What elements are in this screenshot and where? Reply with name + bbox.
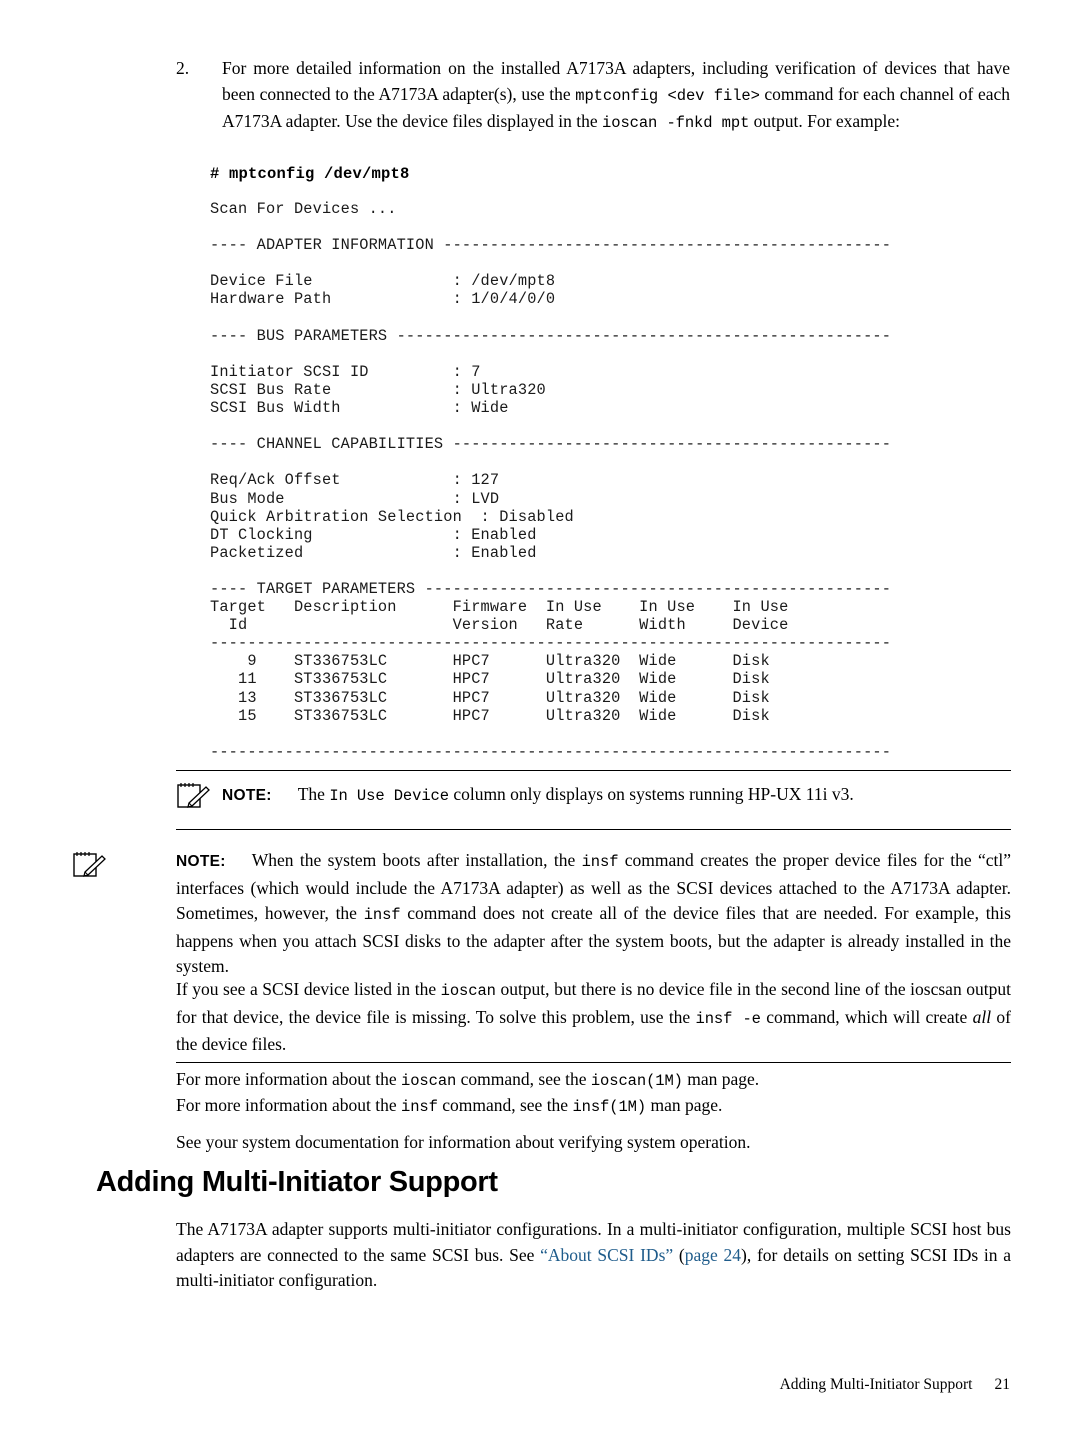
note1-text-b: column only displays on systems running … (448, 784, 854, 804)
step-text-part3: output. For example: (749, 111, 900, 131)
note2-p1-a: When the system boots after installation… (251, 850, 582, 870)
document-page: 2. For more detailed information on the … (0, 0, 1080, 1438)
para2-mono2: insf (572, 1098, 610, 1116)
note2-p2-italic: all (972, 1006, 992, 1027)
para2-mono1: insf (401, 1098, 438, 1116)
para1-c: (1M) (646, 1072, 683, 1090)
step-command-1: mptconfig <dev file> (575, 86, 760, 105)
note2-label: NOTE: (176, 853, 226, 870)
paragraph-insf-manpage: For more information about the insf comm… (176, 1093, 1011, 1121)
note2-p1-mono1: insf (581, 853, 619, 871)
para1-d: man page. (682, 1069, 760, 1089)
note1-top-rule (176, 770, 1011, 771)
section-heading: Adding Multi-Initiator Support (96, 1166, 498, 1198)
step-command-2: ioscan -fnkd mpt (602, 114, 750, 132)
note1-bottom-rule (176, 829, 1011, 830)
note2-p2-mono1: ioscan (440, 982, 496, 1000)
terminal-output: Scan For Devices ... ---- ADAPTER INFORM… (210, 200, 892, 761)
note-icon (177, 783, 210, 808)
link-page-24[interactable]: page 24 (685, 1245, 741, 1265)
para2-d: man page. (646, 1095, 723, 1115)
note-1: NOTE: The In Use Device column only displ… (222, 782, 1011, 810)
step-body: For more detailed information on the ins… (222, 56, 1010, 137)
note-2-paragraph-1: NOTE: When the system boots after install… (176, 848, 1011, 980)
section-body-paragraph: The A7173A adapter supports multi-initia… (176, 1217, 1011, 1294)
note1-label: NOTE: (222, 787, 272, 804)
para1-b: command, see the (456, 1069, 591, 1089)
note-icon-2 (73, 852, 106, 877)
footer-title: Adding Multi-Initiator Support (779, 1376, 973, 1393)
section-body-b: ( (673, 1244, 685, 1265)
para1-mono1: ioscan (401, 1072, 457, 1090)
footer-page-number: 21 (994, 1376, 1011, 1393)
step-number: 2. (176, 58, 190, 78)
page-footer: Adding Multi-Initiator Support 21 (780, 1376, 1010, 1394)
step-2: 2. For more detailed information on the … (176, 56, 1010, 137)
note-2-paragraph-2: If you see a SCSI device listed in the i… (176, 977, 1011, 1058)
para1-a: For more information about the (176, 1069, 402, 1089)
terminal-prompt-line: # mptconfig /dev/mpt8 (210, 165, 410, 183)
para2-b: command, see the (437, 1095, 573, 1115)
paragraph-ioscan-manpage: For more information about the ioscan co… (176, 1067, 1011, 1095)
para2-a: For more information about the (176, 1095, 402, 1115)
note2-p2-c: command, which will create (760, 1006, 973, 1027)
note2-p2-a: If you see a SCSI device listed in the (176, 979, 441, 999)
para1-mono2: ioscan (590, 1072, 647, 1090)
link-about-scsi-ids[interactable]: “About SCSI IDs” (540, 1245, 673, 1265)
note2-bottom-rule (176, 1062, 1011, 1063)
paragraph-system-documentation: See your system documentation for inform… (176, 1132, 751, 1152)
note2-p1-mono2: insf (363, 906, 401, 924)
note2-p2-mono2: insf -e (695, 1009, 761, 1028)
para2-c: (1M) (609, 1098, 647, 1116)
note1-text-a: The (297, 784, 330, 804)
note1-mono: In Use Device (329, 787, 449, 805)
